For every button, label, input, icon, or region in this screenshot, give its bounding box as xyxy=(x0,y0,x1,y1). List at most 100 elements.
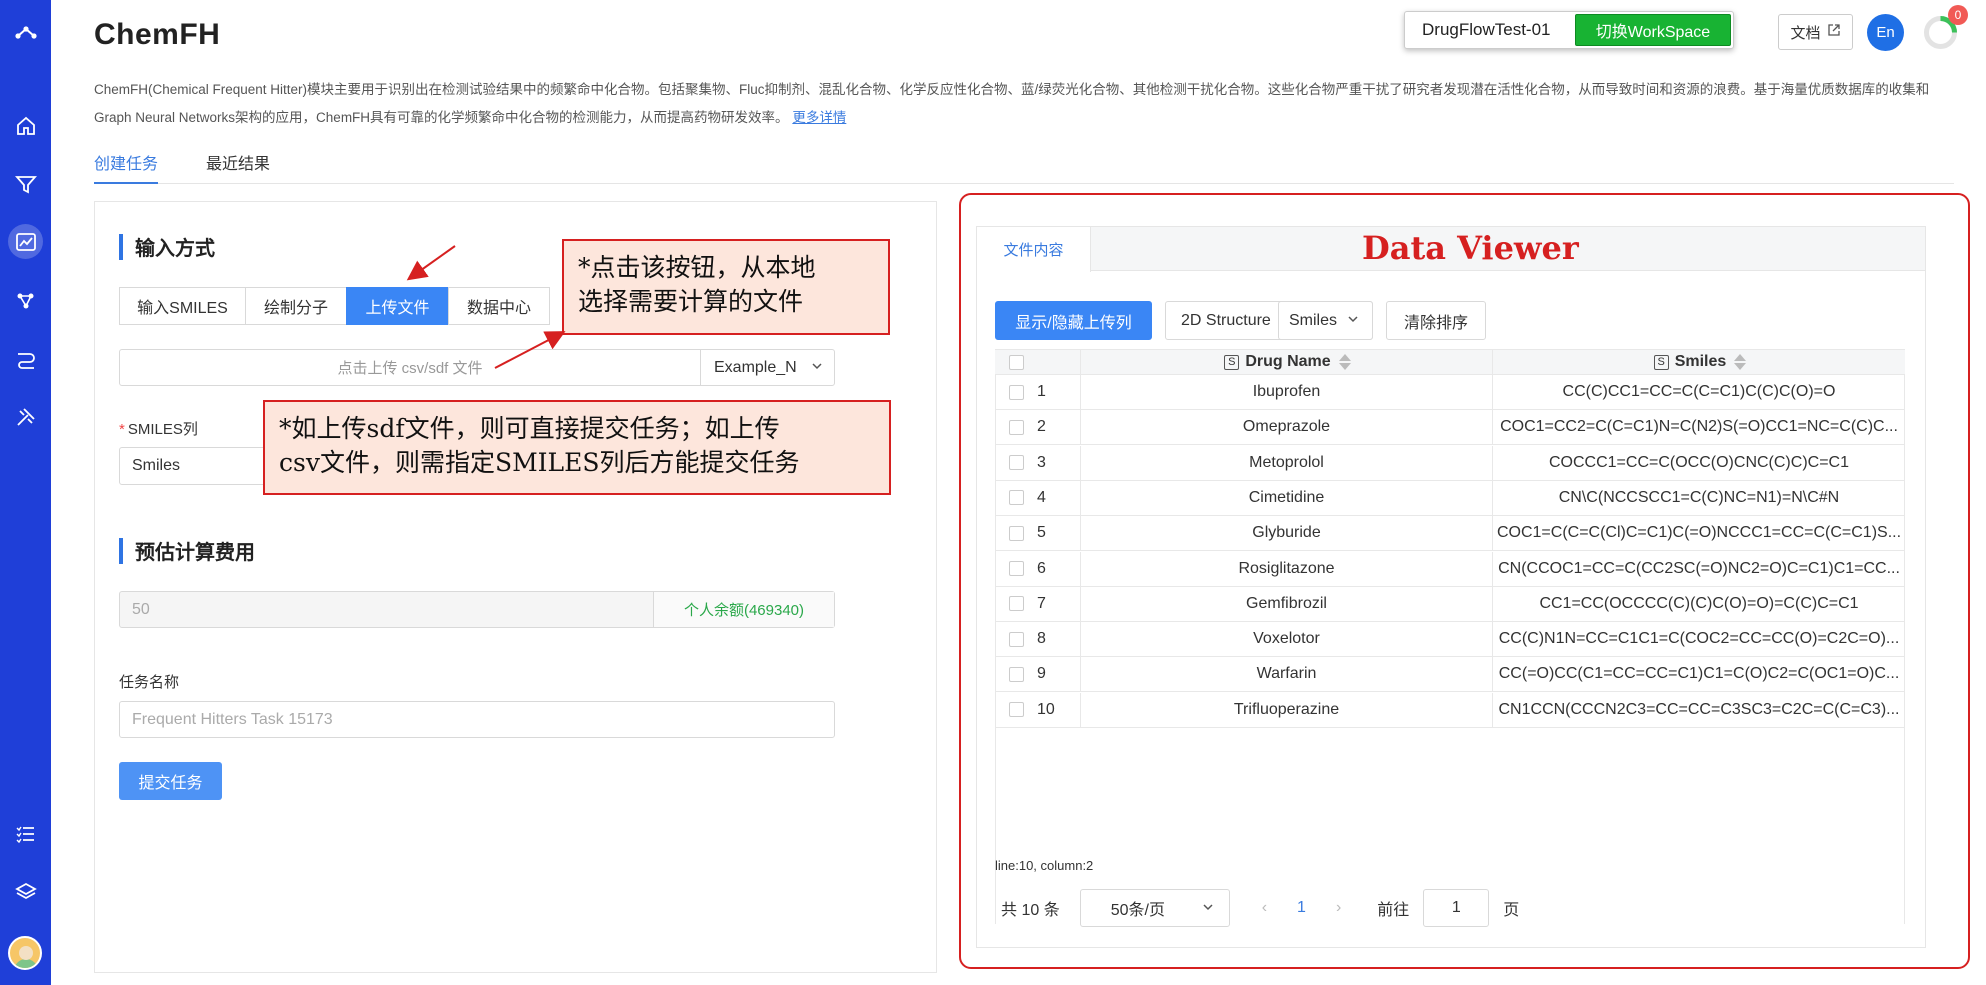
page-size-value: 50条/页 xyxy=(1110,902,1165,919)
input-method-title: 输入方式 xyxy=(119,232,215,261)
data-viewer-panel: 文件内容 Data Viewer 显示/隐藏上传列 2D Structure S… xyxy=(976,226,1926,948)
column-header-smiles[interactable]: S Smiles xyxy=(1493,350,1905,374)
row-checkbox[interactable] xyxy=(1009,561,1024,576)
module-description: ChemFH(Chemical Frequent Hitter)模块主要用于识别… xyxy=(94,76,1954,132)
task-name-input[interactable]: Frequent Hitters Task 15173 xyxy=(119,701,835,738)
prev-page-button[interactable]: ‹ xyxy=(1262,899,1267,917)
tab-file-content[interactable]: 文件内容 xyxy=(977,227,1091,272)
row-checkbox[interactable] xyxy=(1009,525,1024,541)
drug-name-cell: Glyburide xyxy=(1081,516,1493,551)
sort-icon[interactable] xyxy=(1734,354,1747,370)
user-avatar[interactable] xyxy=(8,936,42,970)
row-checkbox[interactable] xyxy=(1009,384,1024,400)
row-index-cell: 1 xyxy=(995,375,1081,409)
smiles-cell: CN1CCN(CCCN2C3=CC=CC=C3SC3=C2C=C(C=C3)..… xyxy=(1498,700,1900,718)
logo-icon[interactable] xyxy=(8,14,43,49)
table-row[interactable]: 1 Ibuprofen CC(C)CC1=CC=C(C=C1)C(C)C(O)=O xyxy=(995,375,1905,410)
tab-create-task[interactable]: 创建任务 xyxy=(94,150,159,184)
drug-name-cell: Ibuprofen xyxy=(1081,375,1493,409)
smiles-cell: CC(C)N1N=CC=C1C1=C(COC2=CC=CC(O)=C2C=O).… xyxy=(1498,630,1900,648)
row-checkbox[interactable] xyxy=(1009,455,1024,471)
molecule-icon[interactable] xyxy=(8,283,43,318)
table-row[interactable]: 3 Metoprolol COCCC1=CC=C(OCC(O)CNC(C)C)C=C… xyxy=(995,445,1905,481)
row-checkbox[interactable] xyxy=(1009,631,1024,647)
drug-name-cell: Trifluoperazine xyxy=(1081,692,1493,727)
sdf-hint-line1: *如上传sdf文件，则可直接提交任务；如上传 xyxy=(279,414,780,443)
structure-column-select[interactable]: Smiles xyxy=(1278,301,1373,340)
flow-icon[interactable] xyxy=(8,341,43,376)
submit-task-button[interactable]: 提交任务 xyxy=(119,762,222,800)
smiles-cell: CC1=CC(OCCCC(C)(C)C(O)=O)=C(C)C=C1 xyxy=(1539,594,1859,612)
mode-data-center[interactable]: 数据中心 xyxy=(448,287,550,325)
smiles-cell: CN\C(NCCSCC1=C(C)NC=N1)=N\C#N xyxy=(1558,488,1840,506)
language-toggle[interactable]: En xyxy=(1867,14,1904,51)
upload-hint-line2: 选择需要计算的文件 xyxy=(578,287,804,316)
input-mode-selector: 输入SMILES 绘制分子 上传文件 数据中心 xyxy=(119,287,550,325)
select-all-checkbox[interactable] xyxy=(1009,354,1024,370)
tab-recent-results[interactable]: 最近结果 xyxy=(206,150,270,184)
smiles-cell: COCCC1=CC=C(OCC(O)CNC(C)C)C=C1 xyxy=(1548,453,1849,471)
row-index-cell: 4 xyxy=(995,480,1081,515)
drug-name-cell: Metoprolol xyxy=(1081,445,1493,480)
table-row[interactable]: 10 Trifluoperazine CN1CCN(CCCN2C3=CC=CC=C3… xyxy=(995,692,1905,728)
layers-icon[interactable] xyxy=(8,874,43,909)
row-checkbox[interactable] xyxy=(1009,490,1024,506)
task-list-icon[interactable] xyxy=(8,816,43,851)
row-index: 5 xyxy=(1037,524,1046,542)
chevron-down-icon xyxy=(810,359,824,378)
sdf-hint-line2: csv文件，则需指定SMILES列后方能提交任务 xyxy=(279,448,800,477)
clear-sort-button[interactable]: 清除排序 xyxy=(1386,301,1486,340)
string-type-icon: S xyxy=(1224,354,1240,370)
table-row[interactable]: 7 Gemfibrozil CC1=CC(OCCCC(C)(C)C(O)=O)=C(… xyxy=(995,586,1905,622)
page-suffix: 页 xyxy=(1503,902,1520,919)
smiles-cell: COC1=C(C=C(Cl)C=C1)C(=O)NCCC1=CC=C(C=C1)… xyxy=(1496,524,1902,542)
example-file-select[interactable]: Example_N xyxy=(700,350,834,385)
table-row[interactable]: 6 Rosiglitazone CN(CCOC1=CC=C(CC2SC(=O)NC2… xyxy=(995,551,1905,587)
table-row[interactable]: 4 Cimetidine CN\C(NCCSCC1=C(C)NC=N1)=N\C#N xyxy=(995,480,1905,516)
docs-label: 文档 xyxy=(1790,24,1821,42)
row-checkbox[interactable] xyxy=(1009,666,1024,682)
row-checkbox[interactable] xyxy=(1009,419,1024,435)
goto-page-input[interactable]: 1 xyxy=(1423,889,1490,927)
column-header-drug-name[interactable]: S Drug Name xyxy=(1081,350,1493,374)
home-icon[interactable] xyxy=(8,108,43,143)
mode-input-smiles[interactable]: 输入SMILES xyxy=(119,287,246,325)
row-checkbox[interactable] xyxy=(1009,702,1024,718)
page-size-select[interactable]: 50条/页 xyxy=(1079,889,1230,927)
switch-workspace-button[interactable]: 切换WorkSpace xyxy=(1575,14,1731,46)
sort-icon[interactable] xyxy=(1338,354,1351,370)
chart-icon[interactable] xyxy=(8,224,43,259)
upload-dropzone[interactable]: 点击上传 csv/sdf 文件 xyxy=(120,350,700,385)
row-index: 4 xyxy=(1037,488,1046,506)
drug-name-cell: Omeprazole xyxy=(1081,410,1493,445)
personal-balance: 个人余额(469340) xyxy=(653,592,834,627)
table-row[interactable]: 9 Warfarin CC(=O)CC(C1=CC=CC=C1)C1=C(O)C2=… xyxy=(995,657,1905,693)
goto-label: 前往 xyxy=(1377,902,1410,919)
toggle-upload-columns-button[interactable]: 显示/隐藏上传列 xyxy=(995,301,1152,340)
structure-control: 2D Structure Smiles xyxy=(1165,301,1373,340)
row-checkbox[interactable] xyxy=(1009,596,1024,612)
row-index: 10 xyxy=(1037,700,1055,718)
row-index-cell: 6 xyxy=(995,551,1081,586)
data-viewer-title: Data Viewer xyxy=(1362,229,1579,267)
smiles-cell: CN(CCOC1=CC=C(CC2SC(=O)NC2=O)C=C1)C1=CC.… xyxy=(1498,559,1900,577)
cost-row: 50 个人余额(469340) xyxy=(119,591,835,628)
more-details-link[interactable]: 更多详情 xyxy=(792,110,846,125)
app-title: ChemFH xyxy=(94,18,221,51)
description-text: ChemFH(Chemical Frequent Hitter)模块主要用于识别… xyxy=(94,82,1930,125)
smiles-column-label: * SMILES列 xyxy=(119,421,198,438)
next-page-button[interactable]: › xyxy=(1336,899,1341,917)
current-page[interactable]: 1 xyxy=(1297,899,1306,917)
row-index: 2 xyxy=(1037,418,1046,436)
docs-button[interactable]: 文档 xyxy=(1778,14,1853,50)
chevron-down-icon xyxy=(1346,312,1360,331)
table-row[interactable]: 2 Omeprazole COC1=CC2=C(C=C1)N=C(N2)S(=O)C… xyxy=(995,410,1905,446)
chevron-down-icon xyxy=(1201,900,1215,919)
filter-icon[interactable] xyxy=(8,166,43,201)
mode-draw-molecule[interactable]: 绘制分子 xyxy=(245,287,347,325)
mode-upload-file[interactable]: 上传文件 xyxy=(346,287,449,325)
table-row[interactable]: 8 Voxelotor CC(C)N1N=CC=C1C1=C(COC2=CC=CC(… xyxy=(995,622,1905,658)
drug-name-cell: Gemfibrozil xyxy=(1081,586,1493,621)
tools-icon[interactable] xyxy=(8,399,43,434)
table-row[interactable]: 5 Glyburide COC1=C(C=C(Cl)C=C1)C(=O)NCCC1=… xyxy=(995,516,1905,552)
